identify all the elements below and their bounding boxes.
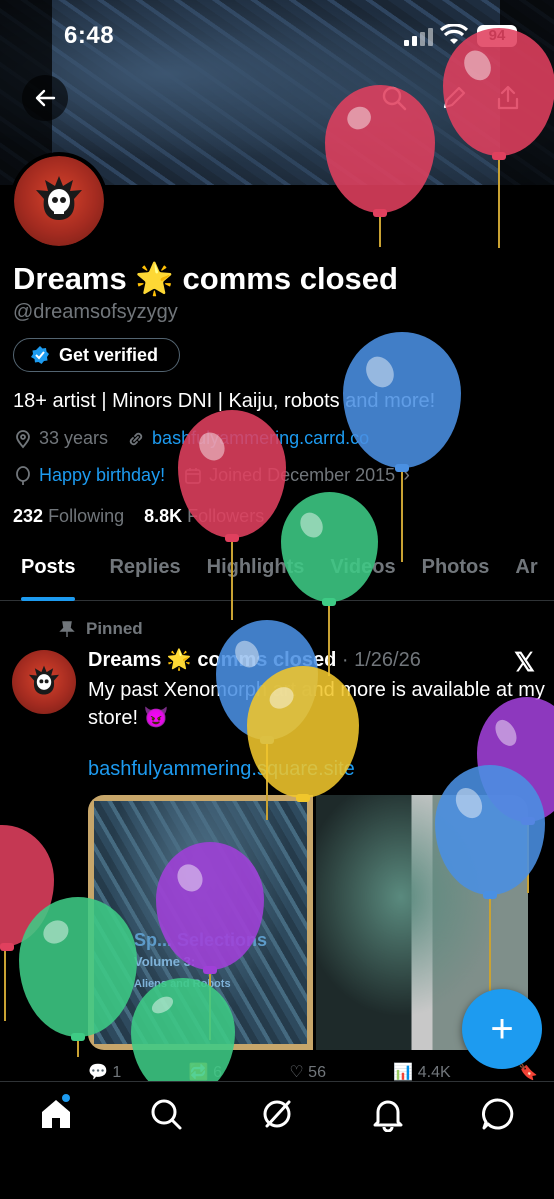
- follow-counts: 232 Following 8.8K Followers: [13, 506, 264, 527]
- bell-icon[interactable]: [370, 1096, 406, 1132]
- compose-button[interactable]: +: [462, 989, 542, 1069]
- share-icon[interactable]: [494, 84, 522, 112]
- post-actions: 💬 1 🔁 6 ♡ 56 📊 4.4K 🔖: [88, 1062, 538, 1082]
- wifi-icon: [440, 24, 468, 44]
- post-date: · 1/26/26: [341, 649, 421, 671]
- repost-button[interactable]: 🔁 6: [189, 1062, 222, 1082]
- tab-videos[interactable]: Videos: [330, 546, 395, 600]
- profile-bio: 18+ artist | Minors DNI | Kaiju, robots …: [13, 390, 436, 412]
- x-logo-icon: 𝕏: [514, 647, 535, 677]
- location-pin-icon: [16, 429, 30, 448]
- profile-tabs: Posts Replies Highlights Videos Photos A…: [0, 546, 554, 601]
- back-button[interactable]: [22, 75, 68, 121]
- battery-indicator: 94: [477, 25, 517, 47]
- profile-handle: @dreamsofsyzygy: [13, 301, 178, 323]
- skull-logo-icon: [36, 176, 82, 220]
- skull-logo-icon: [28, 665, 60, 695]
- media-image-1[interactable]: Sp... Selections Volume 3: Aliens and Ro…: [88, 795, 313, 1050]
- reply-button[interactable]: 💬 1: [88, 1062, 121, 1082]
- search-icon[interactable]: [148, 1096, 184, 1132]
- tab-articles[interactable]: Ar: [515, 546, 537, 600]
- get-verified-label: Get verified: [59, 344, 159, 365]
- get-verified-button[interactable]: Get verified: [13, 338, 180, 372]
- tab-highlights[interactable]: Highlights: [207, 546, 305, 600]
- balloon-decoration: [0, 825, 56, 1025]
- joined-date: Joined December 2015: [209, 465, 396, 485]
- status-time: 6:48: [64, 22, 115, 49]
- post-header: Dreams 🌟 comms closed · 1/26/26: [88, 647, 421, 672]
- post-media[interactable]: Sp... Selections Volume 3: Aliens and Ro…: [88, 795, 528, 1050]
- birthday-text[interactable]: Happy birthday!: [39, 465, 165, 486]
- followers-link[interactable]: 8.8K Followers: [144, 506, 264, 526]
- signal-icon: [404, 28, 434, 46]
- pin-icon: [59, 621, 75, 637]
- bottom-navigation: [0, 1081, 554, 1199]
- pinned-label: Pinned: [86, 619, 143, 638]
- grok-icon[interactable]: [259, 1096, 295, 1132]
- edit-icon[interactable]: [440, 84, 468, 112]
- media-caption: Sp... Selections Volume 3: Aliens and Ro…: [134, 930, 268, 990]
- profile-meta-row-2: Happy birthday! Joined December 2015 ›: [13, 464, 410, 487]
- notification-dot: [62, 1094, 70, 1102]
- post-author[interactable]: Dreams 🌟 comms closed: [88, 649, 336, 671]
- home-icon[interactable]: [38, 1096, 74, 1132]
- post-avatar[interactable]: [12, 650, 76, 714]
- bookmark-button[interactable]: 🔖: [518, 1062, 538, 1082]
- post-link[interactable]: bashfulyammering.square.site: [88, 758, 355, 781]
- profile-avatar[interactable]: [10, 152, 108, 250]
- messages-icon[interactable]: [480, 1096, 516, 1132]
- verified-badge-icon: [31, 346, 49, 364]
- balloon-icon: [16, 465, 30, 485]
- profile-meta-row: 33 years bashfulyammering.carrd.co: [13, 428, 369, 449]
- profile-website-link[interactable]: bashfulyammering.carrd.co: [152, 428, 369, 449]
- profile-age: 33 years: [39, 428, 109, 448]
- display-name: Dreams 🌟 comms closed: [13, 261, 398, 296]
- tab-replies[interactable]: Replies: [109, 546, 180, 600]
- search-icon[interactable]: [380, 84, 408, 112]
- chevron-right-icon[interactable]: ›: [403, 464, 410, 487]
- tab-photos[interactable]: Photos: [422, 546, 490, 600]
- calendar-icon: [185, 467, 201, 484]
- tab-posts[interactable]: Posts: [21, 546, 76, 601]
- views-button[interactable]: 📊 4.4K: [393, 1062, 450, 1082]
- status-bar: 6:48 94: [0, 0, 554, 72]
- following-link[interactable]: 232 Following: [13, 506, 124, 526]
- like-button[interactable]: ♡ 56: [289, 1062, 326, 1082]
- pinned-indicator: Pinned: [58, 619, 143, 639]
- back-arrow-icon: [35, 89, 56, 107]
- link-icon: [129, 432, 143, 445]
- post-text: My past Xenomorph art and more is availa…: [88, 679, 545, 729]
